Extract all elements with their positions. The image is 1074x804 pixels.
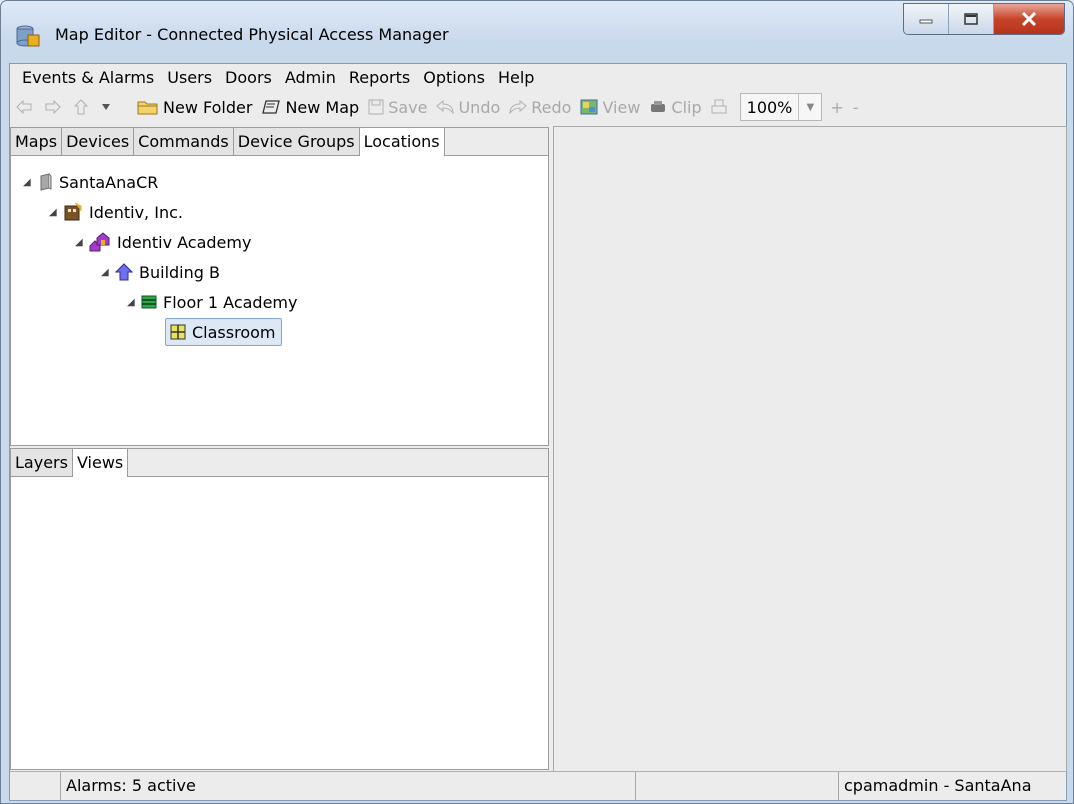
new-folder-label: New Folder (163, 97, 253, 117)
undo-label: Undo (458, 97, 501, 117)
status-cell-empty (10, 772, 61, 800)
close-icon (1021, 12, 1037, 26)
zoom-in-button[interactable]: + (830, 98, 843, 117)
maximize-icon (964, 13, 978, 25)
menu-doors[interactable]: Doors (219, 68, 279, 87)
alarms-status[interactable]: Alarms: 5 active (61, 772, 636, 800)
minimize-button[interactable] (904, 4, 949, 34)
up-arrow-icon (74, 99, 88, 115)
clip-button[interactable]: Clip (649, 97, 702, 117)
tree-node-classroom[interactable]: Classroom (165, 318, 283, 346)
building-icon (115, 263, 133, 281)
clip-icon (651, 101, 666, 112)
tree-node-label: Building B (139, 262, 220, 282)
tree-node-label: SantaAnaCR (59, 172, 159, 192)
company-icon (64, 202, 82, 221)
layers-views-tabs: Layers Views (11, 449, 548, 477)
tree-node-label: Classroom (192, 322, 276, 342)
new-folder-button[interactable]: New Folder (137, 98, 252, 117)
title-bar[interactable]: Map Editor - Connected Physical Access M… (1, 1, 1073, 63)
minimize-icon (919, 19, 933, 24)
view-map-icon (580, 99, 598, 115)
tree-node-floor-1-academy[interactable]: ◢ Floor 1 Academy (127, 290, 297, 314)
redo-icon (509, 100, 528, 114)
navigator-panel: Maps Devices Commands Device Groups Loca… (10, 127, 549, 446)
maximize-button[interactable] (949, 4, 994, 34)
tree-node-label: Identiv, Inc. (89, 202, 183, 222)
new-map-icon (262, 100, 281, 114)
window-controls (903, 3, 1065, 35)
campus-icon (89, 232, 110, 252)
zoom-combo[interactable]: 100% ▼ (739, 93, 823, 121)
print-button[interactable] (711, 99, 731, 115)
up-button[interactable] (74, 99, 92, 115)
redo-label: Redo (531, 97, 572, 117)
menu-users[interactable]: Users (161, 68, 219, 87)
map-canvas[interactable] (553, 126, 1067, 772)
undo-button[interactable]: Undo (436, 98, 500, 117)
zoom-out-button[interactable]: - (853, 98, 859, 117)
tab-views[interactable]: Views (72, 449, 129, 477)
tree-node-identiv-academy[interactable]: ◢ Identiv Academy (75, 230, 251, 254)
client-area: Events & Alarms Users Doors Admin Report… (9, 63, 1067, 801)
save-label: Save (388, 97, 428, 117)
app-database-icon (16, 25, 40, 47)
save-icon (368, 99, 384, 115)
clip-label: Clip (671, 97, 702, 117)
back-button[interactable] (16, 100, 36, 114)
map-editor-window: Map Editor - Connected Physical Access M… (0, 0, 1074, 804)
server-icon (40, 173, 52, 191)
floor-icon (141, 295, 157, 309)
tab-device-groups[interactable]: Device Groups (233, 128, 360, 155)
history-dropdown[interactable] (101, 103, 115, 111)
window-title: Map Editor - Connected Physical Access M… (55, 25, 449, 44)
view-label: View (602, 97, 641, 117)
menu-options[interactable]: Options (417, 68, 492, 87)
tree-node-santaanacr[interactable]: ◢ SantaAnaCR (23, 170, 158, 194)
expander-icon[interactable]: ◢ (127, 297, 141, 308)
expander-icon[interactable]: ◢ (101, 267, 115, 278)
tab-devices[interactable]: Devices (62, 128, 135, 155)
toolbar: New Folder New Map Save Undo Redo View C… (10, 91, 1066, 123)
expander-icon[interactable]: ◢ (75, 237, 89, 248)
tab-locations[interactable]: Locations (359, 128, 445, 156)
undo-icon (436, 100, 454, 114)
tab-layers[interactable]: Layers (11, 449, 73, 476)
menu-bar: Events & Alarms Users Doors Admin Report… (10, 64, 1066, 90)
back-arrow-icon (16, 100, 32, 114)
layers-views-panel: Layers Views (10, 448, 549, 770)
redo-button[interactable]: Redo (509, 98, 571, 117)
tab-commands[interactable]: Commands (134, 128, 234, 155)
new-map-button[interactable]: New Map (261, 98, 359, 117)
expander-icon[interactable]: ◢ (49, 207, 63, 218)
left-pane: Maps Devices Commands Device Groups Loca… (10, 124, 549, 770)
chevron-down-icon (102, 104, 110, 110)
print-icon (711, 99, 727, 114)
expander-icon[interactable]: ◢ (23, 177, 37, 188)
forward-button[interactable] (45, 100, 65, 114)
room-icon (170, 324, 186, 340)
menu-reports[interactable]: Reports (343, 68, 417, 87)
menu-events-alarms[interactable]: Events & Alarms (16, 68, 161, 87)
status-bar: Alarms: 5 active cpamadmin - SantaAna (10, 771, 1066, 800)
tree-node-identiv-inc[interactable]: ◢ Identiv, Inc. (49, 200, 183, 224)
tree-node-building-b[interactable]: ◢ Building B (101, 260, 220, 284)
forward-arrow-icon (45, 100, 61, 114)
tab-maps[interactable]: Maps (11, 128, 63, 155)
view-button[interactable]: View (580, 98, 640, 117)
new-map-label: New Map (285, 97, 360, 117)
save-button[interactable]: Save (368, 98, 427, 117)
status-cell-blank (636, 772, 839, 800)
chevron-down-icon[interactable]: ▼ (798, 94, 821, 120)
navigator-tabs: Maps Devices Commands Device Groups Loca… (11, 128, 548, 156)
close-button[interactable] (994, 4, 1064, 34)
menu-help[interactable]: Help (492, 68, 541, 87)
tree-node-label: Identiv Academy (117, 232, 252, 252)
menu-admin[interactable]: Admin (279, 68, 343, 87)
folder-icon (137, 101, 158, 115)
user-status: cpamadmin - SantaAna (844, 776, 1032, 795)
tree-node-label: Floor 1 Academy (163, 292, 298, 312)
zoom-value: 100% (746, 97, 793, 117)
